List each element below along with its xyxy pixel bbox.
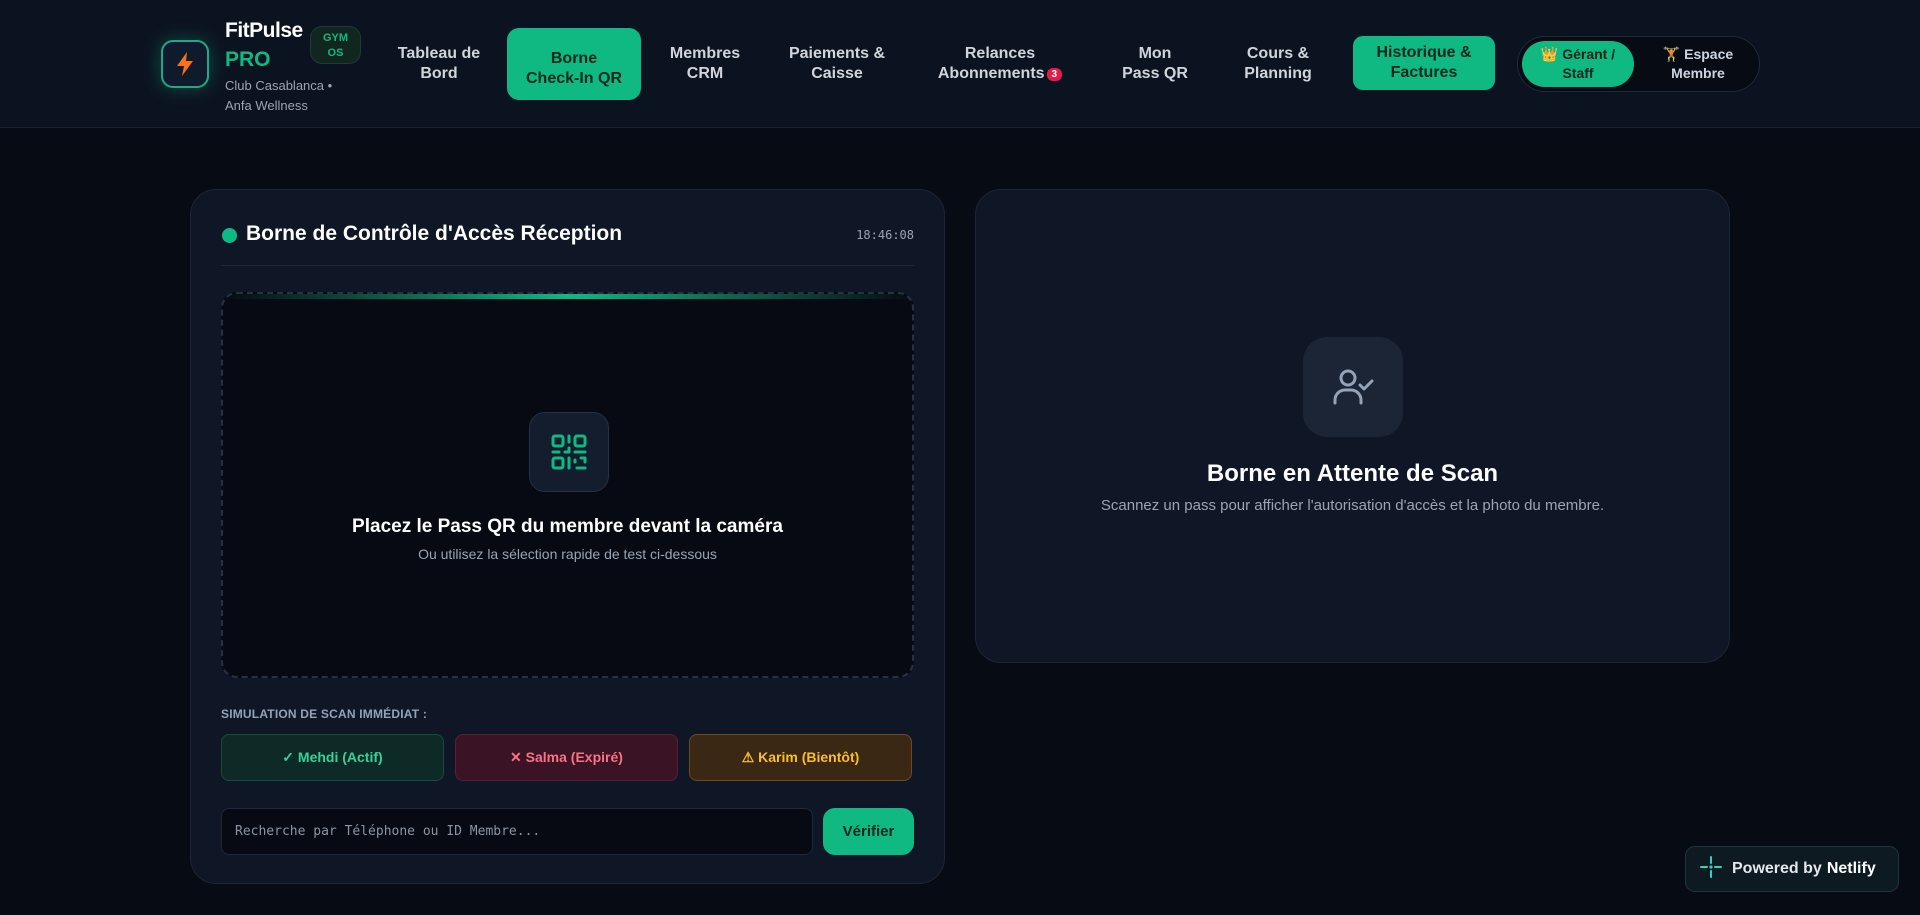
gym-badge-line2: OS [327,47,344,59]
role-staff-line2: Staff [1562,65,1594,81]
nav-cours-planning[interactable]: Cours & Planning [1222,28,1334,100]
scan-instructions-title: Placez le Pass QR du membre devant la ca… [352,516,783,537]
nav-label-line1: Mon [1138,45,1172,62]
nav-borne-check-in-qr[interactable]: Borne Check-In QR [507,28,641,100]
nav-membres-crm[interactable]: Membres CRM [650,28,760,100]
role-toggle: 👑 Gérant / Staff 🏋 Espace Membre [1517,36,1760,92]
nav-label-line2: Planning [1244,65,1312,82]
kiosk-title: Borne de Contrôle d'Accès Réception [246,222,623,245]
powered-by-prefix: Powered by [1732,860,1822,877]
camera-scan-zone[interactable]: Placez le Pass QR du membre devant la ca… [221,292,914,678]
kiosk-clock: 18:46:08 [856,228,914,242]
gym-os-badge: GYM OS [310,26,361,64]
nav-mon-pass-qr[interactable]: Mon Pass QR [1100,28,1210,100]
simulate-karim-soon-button[interactable]: ⚠ Karim (Bientôt) [689,734,912,781]
simulate-salma-expired-button[interactable]: ✕ Salma (Expiré) [455,734,678,781]
scan-result-card: Borne en Attente de Scan Scannez un pass… [975,189,1730,663]
brand-tier: PRO [225,48,271,71]
member-search-input[interactable] [221,808,813,855]
nav-label-line1: Membres [669,45,741,62]
nav-label-line1: Borne [550,50,598,67]
waiting-title: Borne en Attente de Scan [1206,460,1499,487]
nav-label-line2: Pass QR [1122,65,1188,82]
nav-label-line2: Factures [1390,64,1458,81]
simulation-label: SIMULATION DE SCAN IMMÉDIAT : [221,707,428,721]
role-gerant-staff-button[interactable]: 👑 Gérant / Staff [1522,41,1634,87]
club-line2: Anfa Wellness [225,98,308,113]
club-name: Club Casablanca • Anfa Wellness [225,76,345,116]
nav-label-line2: Caisse [811,65,863,82]
club-line1: Club Casablanca • [225,78,333,93]
nav-historique-factures[interactable]: Historique & Factures [1353,36,1495,90]
powered-by-netlify-badge[interactable]: Powered by Netlify [1685,846,1899,892]
gym-badge-line1: GYM [322,32,349,44]
card-divider [221,265,914,266]
notification-count-badge: 3 [1046,68,1063,81]
netlify-icon [1700,855,1722,883]
access-control-kiosk-card: Borne de Contrôle d'Accès Réception 18:4… [190,189,945,884]
top-navigation-bar: FitPulse PRO GYM OS Club Casablanca • An… [0,0,1920,128]
powered-by-brand: Netlify [1826,860,1876,877]
qr-code-icon [529,412,609,492]
scan-line [223,294,912,299]
role-member-line1: 🏋 Espace [1662,46,1734,62]
nav-label-line1: Tableau de [397,45,481,62]
nav-label-line2: Abonnements [937,65,1045,82]
user-check-icon [1303,337,1403,437]
scan-instructions-subtitle: Ou utilisez la sélection rapide de test … [418,546,717,562]
nav-label-line1: Paiements & [788,45,886,62]
logo-lightning-icon[interactable] [161,40,209,88]
verify-button[interactable]: Vérifier [823,808,914,855]
nav-tableau-de-bord[interactable]: Tableau de Bord [383,28,495,100]
waiting-subtitle: Scannez un pass pour afficher l'autorisa… [1100,497,1605,514]
brand-name: FitPulse [225,19,303,42]
nav-paiements-caisse[interactable]: Paiements & Caisse [772,28,902,100]
nav-label-line2: CRM [686,65,724,82]
nav-relances-abonnements[interactable]: Relances Abonnements 3 [918,28,1082,100]
nav-label-line2: Check-In QR [525,70,622,87]
nav-label-line1: Relances [964,45,1036,62]
nav-label-line1: Cours & [1246,45,1310,62]
role-member-line2: Membre [1671,65,1725,81]
role-espace-membre-button[interactable]: 🏋 Espace Membre [1642,41,1754,87]
simulate-mehdi-active-button[interactable]: ✓ Mehdi (Actif) [221,734,444,781]
status-online-indicator [222,228,237,243]
nav-label-line2: Bord [420,65,458,82]
role-staff-line1: 👑 Gérant / [1540,46,1616,62]
nav-label-line1: Historique & [1376,44,1472,61]
